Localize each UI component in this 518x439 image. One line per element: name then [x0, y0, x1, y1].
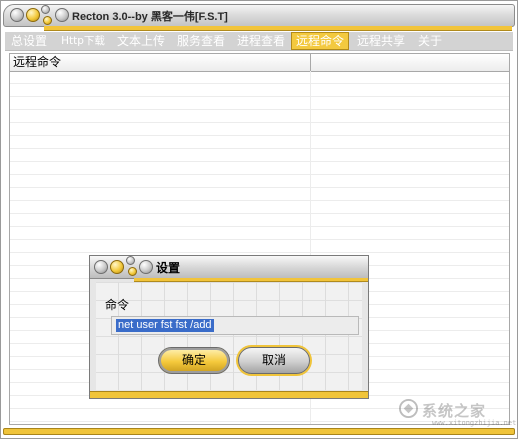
tab-remote-command[interactable]: 远程命令	[291, 32, 349, 50]
dialog-maximize-button[interactable]	[110, 260, 124, 274]
maximize-button[interactable]	[26, 8, 40, 22]
dialog-knob-icon	[128, 267, 137, 276]
ok-button[interactable]: 确定	[158, 347, 230, 374]
tab-text-upload[interactable]: 文本上传	[113, 32, 169, 50]
dialog-body: 命令 net user fst fst /add 确定 取消	[96, 282, 362, 390]
tab-process-view[interactable]: 进程查看	[233, 32, 289, 50]
column-header-remote-command[interactable]: 远程命令	[10, 54, 310, 71]
cancel-button[interactable]: 取消	[238, 347, 310, 374]
settings-dialog: 设置 命令 net user fst fst /add 确定 取消	[89, 255, 369, 399]
watermark-url: www.xitongzhijia.net	[432, 419, 517, 427]
system-menu-button[interactable]	[55, 8, 69, 22]
tab-about[interactable]: 关于	[413, 32, 447, 50]
watermark-text: 系统之家	[422, 402, 487, 420]
command-input[interactable]: net user fst fst /add	[111, 316, 359, 335]
tab-general-settings[interactable]: 总设置	[7, 32, 51, 50]
minimize-button[interactable]	[10, 8, 24, 22]
tab-bar: 总设置 Http下载 文本上传 服务查看 进程查看 远程命令 远程共享 关于	[5, 32, 513, 51]
window-title: Recton 3.0--by 黑客一伟[F.S.T]	[72, 11, 228, 23]
column-header-2[interactable]	[311, 54, 509, 71]
title-bar[interactable]: Recton 3.0--by 黑客一伟[F.S.T]	[3, 4, 515, 31]
window-bottom-border	[3, 428, 515, 435]
dialog-title-bar[interactable]: 设置	[90, 256, 368, 282]
tab-remote-share[interactable]: 远程共享	[353, 32, 409, 50]
dialog-bottom-border	[90, 391, 368, 398]
command-label: 命令	[105, 298, 130, 312]
window-knob-icon	[43, 16, 52, 25]
close-button[interactable]	[41, 5, 50, 14]
list-header: 远程命令	[10, 54, 509, 72]
dialog-title: 设置	[156, 261, 181, 275]
dialog-system-menu-button[interactable]	[139, 260, 153, 274]
command-input-value: net user fst fst /add	[116, 319, 214, 332]
watermark-logo-icon	[399, 399, 418, 418]
tab-http-download[interactable]: Http下载	[57, 32, 109, 50]
dialog-close-button[interactable]	[126, 256, 135, 265]
dialog-minimize-button[interactable]	[94, 260, 108, 274]
tab-service-view[interactable]: 服务查看	[173, 32, 229, 50]
